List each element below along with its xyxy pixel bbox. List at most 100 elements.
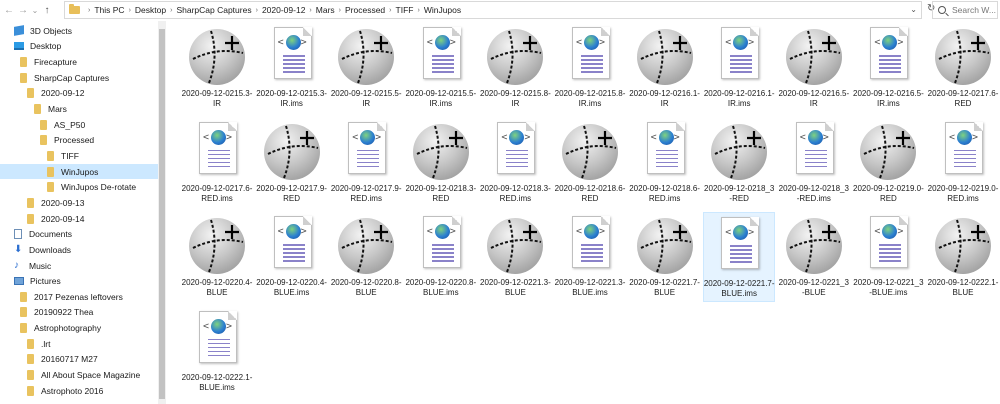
mars-sphere-icon bbox=[487, 218, 544, 274]
file-item[interactable]: < > 2020-09-12-0215.8-IR.ims bbox=[554, 23, 626, 113]
file-item[interactable]: 2020-09-12-0221.3-BLUE bbox=[479, 212, 551, 302]
address-bar[interactable]: › This PC › Desktop › SharpCap Captures › 2020… bbox=[64, 1, 922, 19]
file-item[interactable]: < > 2020-09-12-0217.9-RED.ims bbox=[330, 118, 402, 208]
breadcrumb-item[interactable]: SharpCap Captures bbox=[176, 5, 251, 15]
file-item[interactable]: < > 2020-09-12-0218.3-RED.ims bbox=[479, 118, 551, 208]
sidebar-item-label: Astrophotography bbox=[34, 323, 102, 334]
breadcrumb-item[interactable]: 2020-09-12 bbox=[262, 5, 305, 15]
chevron-down-icon[interactable]: ⌄ bbox=[30, 2, 40, 20]
file-item[interactable]: 2020-09-12-0219.0-RED bbox=[852, 118, 924, 208]
file-item[interactable]: < > 2020-09-12-0220.8-BLUE.ims bbox=[405, 212, 477, 302]
scrollbar-thumb[interactable] bbox=[159, 29, 165, 399]
file-item[interactable]: 2020-09-12-0218.3-RED bbox=[405, 118, 477, 208]
file-item[interactable]: < > 2020-09-12-0221_3-BLUE.ims bbox=[852, 212, 924, 302]
sidebar-item[interactable]: All About Space Magazine bbox=[0, 367, 158, 383]
file-grid: 2020-09-12-0215.3-IR < > 2020-09-12-0215.3-… bbox=[168, 21, 1000, 404]
breadcrumb-item[interactable]: Desktop bbox=[135, 5, 166, 15]
file-name: 2020-09-12-0220.4-BLUE bbox=[181, 278, 253, 297]
file-item[interactable]: 2020-09-12-0222.1-BLUE bbox=[927, 212, 999, 302]
sidebar-item[interactable]: AS_P50 bbox=[0, 117, 158, 133]
file-item[interactable]: < > 2020-09-12-0220.4-BLUE.ims bbox=[256, 212, 328, 302]
mars-sphere-icon bbox=[785, 29, 842, 85]
file-item[interactable]: 2020-09-12-0217.9-RED bbox=[256, 118, 328, 208]
file-name: 2020-09-12-0216.5-IR.ims bbox=[853, 89, 924, 108]
file-item[interactable]: < > 2020-09-12-0216.5-IR.ims bbox=[852, 23, 924, 113]
chevron-right-icon[interactable]: › bbox=[309, 7, 311, 14]
chevron-down-icon[interactable]: ⌄ bbox=[910, 5, 917, 14]
file-item[interactable]: < > 2020-09-12-0215.5-IR.ims bbox=[405, 23, 477, 113]
sidebar-item[interactable]: .lrt bbox=[0, 336, 158, 352]
file-item[interactable]: 2020-09-12-0218.6-RED bbox=[554, 118, 626, 208]
file-item[interactable]: 2020-09-12-0216.1-IR bbox=[629, 23, 701, 113]
breadcrumb-item[interactable]: WinJupos bbox=[424, 5, 461, 15]
sidebar-item-label: SharpCap Captures bbox=[34, 72, 110, 83]
file-item[interactable]: < > 2020-09-12-0222.1-BLUE.ims bbox=[181, 307, 253, 397]
chevron-right-icon[interactable]: › bbox=[417, 7, 419, 14]
sidebar-item[interactable]: Documents bbox=[0, 226, 158, 242]
sidebar-item[interactable]: 2020-09-12 bbox=[0, 86, 158, 102]
breadcrumb-item[interactable]: This PC bbox=[94, 5, 124, 15]
sidebar-item[interactable]: 2020-09-13 bbox=[0, 195, 158, 211]
sidebar-item[interactable]: Pictures bbox=[0, 273, 158, 289]
file-item[interactable]: < > 2020-09-12-0218_3-RED.ims bbox=[778, 118, 850, 208]
sidebar-item[interactable]: Mars bbox=[0, 101, 158, 117]
file-item[interactable]: < > 2020-09-12-0217.6-RED.ims bbox=[181, 118, 253, 208]
sidebar-item-label: AS_P50 bbox=[54, 119, 86, 130]
file-item[interactable]: 2020-09-12-0221_3-BLUE bbox=[778, 212, 850, 302]
chevron-right-icon[interactable]: › bbox=[170, 7, 172, 14]
file-item[interactable]: 2020-09-12-0216.5-IR bbox=[778, 23, 850, 113]
breadcrumb-item[interactable]: TIFF bbox=[396, 5, 414, 15]
sidebar-item[interactable]: Processed bbox=[0, 133, 158, 149]
back-arrow-icon[interactable]: ← bbox=[2, 2, 16, 20]
file-item[interactable]: 2020-09-12-0220.4-BLUE bbox=[181, 212, 253, 302]
sidebar-item[interactable]: ⬇ Downloads bbox=[0, 242, 158, 258]
sidebar-item[interactable]: 20190922 Thea bbox=[0, 305, 158, 321]
file-item[interactable]: < > 2020-09-12-0221.3-BLUE.ims bbox=[554, 212, 626, 302]
sidebar-item[interactable]: 20160717 M27 bbox=[0, 352, 158, 368]
sidebar-item[interactable]: Firecapture bbox=[0, 54, 158, 70]
chevron-right-icon[interactable]: › bbox=[256, 7, 258, 14]
sidebar-item[interactable]: SharpCap Captures bbox=[0, 70, 158, 86]
search-input[interactable]: Search W... bbox=[932, 1, 998, 19]
file-item[interactable]: 2020-09-12-0221.7-BLUE bbox=[629, 212, 701, 302]
file-item[interactable]: < > 2020-09-12-0218.6-RED.ims bbox=[629, 118, 701, 208]
file-item[interactable]: < > 2020-09-12-0216.1-IR.ims bbox=[703, 23, 775, 113]
forward-arrow-icon[interactable]: → bbox=[16, 2, 30, 20]
folder-icon bbox=[40, 119, 47, 130]
folder-icon bbox=[20, 291, 27, 302]
folder-icon bbox=[20, 323, 27, 334]
file-item[interactable]: 2020-09-12-0215.8-IR bbox=[479, 23, 551, 113]
sidebar-item[interactable]: Astrophoto 2016 bbox=[0, 383, 158, 399]
file-item[interactable]: 2020-09-12-0220.8-BLUE bbox=[330, 212, 402, 302]
chevron-right-icon[interactable]: › bbox=[129, 7, 131, 14]
sidebar-item[interactable]: 2020-09-14 bbox=[0, 211, 158, 227]
sidebar-item[interactable]: 3D Objects bbox=[0, 23, 158, 39]
file-item[interactable]: < > 2020-09-12-0219.0-RED.ims bbox=[927, 118, 999, 208]
breadcrumb-item[interactable]: Processed bbox=[345, 5, 385, 15]
mars-sphere-icon bbox=[935, 29, 991, 85]
sidebar-item[interactable]: TIFF bbox=[0, 148, 158, 164]
breadcrumb-item[interactable]: Mars bbox=[316, 5, 335, 15]
sidebar-item[interactable]: Desktop bbox=[0, 39, 158, 55]
file-item[interactable]: 2020-09-12-0218_3-RED bbox=[703, 118, 775, 208]
chevron-right-icon[interactable]: › bbox=[389, 7, 391, 14]
file-item[interactable]: 2020-09-12-0217.6-RED bbox=[927, 23, 999, 113]
ims-file-thumbnail: < > bbox=[406, 216, 476, 276]
file-item[interactable]: < > 2020-09-12-0215.3-IR.ims bbox=[256, 23, 328, 113]
sidebar-item[interactable]: 2017 Pezenas leftovers bbox=[0, 289, 158, 305]
file-item[interactable]: 2020-09-12-0215.3-IR bbox=[181, 23, 253, 113]
folder-icon bbox=[47, 150, 54, 161]
sidebar-item[interactable]: WinJupos bbox=[0, 163, 158, 180]
sidebar-item[interactable]: WinJupos De-rotate bbox=[0, 180, 158, 196]
sidebar-item[interactable]: Astrophotography bbox=[0, 320, 158, 336]
web-document-icon: < > bbox=[945, 121, 983, 174]
up-arrow-icon[interactable]: ↑ bbox=[40, 2, 54, 20]
file-item[interactable]: 2020-09-12-0215.5-IR bbox=[330, 23, 402, 113]
sidebar-item[interactable]: ♪ Music bbox=[0, 258, 158, 274]
chevron-right-icon[interactable]: › bbox=[339, 7, 341, 14]
image-thumbnail bbox=[257, 122, 327, 182]
ims-file-thumbnail: < > bbox=[853, 216, 923, 276]
pictures-icon bbox=[14, 277, 24, 286]
sidebar-item-label: Documents bbox=[29, 229, 72, 240]
file-item[interactable]: < > 2020-09-12-0221.7-BLUE.ims bbox=[703, 212, 776, 302]
